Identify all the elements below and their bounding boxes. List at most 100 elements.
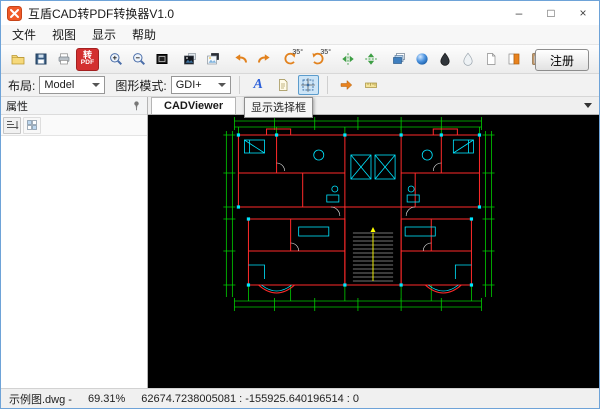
background-light-button[interactable]	[202, 48, 224, 70]
tooltip-text: 显示选择框	[251, 102, 306, 114]
rotate-left-button[interactable]: 35°	[276, 48, 303, 70]
sort-button[interactable]	[3, 116, 21, 134]
sort-icon	[7, 121, 19, 130]
measure-button[interactable]	[361, 75, 382, 95]
layout-value: Model	[44, 79, 75, 91]
main-toolbar: 转 PDF 35° 35° 注册	[1, 44, 599, 74]
graphics-mode-value: GDI+	[175, 79, 202, 91]
menu-help[interactable]: 帮助	[124, 25, 164, 44]
close-button[interactable]: ×	[567, 1, 599, 25]
open-folder-icon	[11, 55, 25, 65]
save-icon	[35, 53, 47, 65]
selection-box-button[interactable]	[297, 75, 319, 95]
ink-light-button[interactable]	[457, 48, 479, 70]
printer-icon	[58, 53, 70, 65]
viewer-pane: CADViewer 显示选择框	[148, 97, 599, 388]
cad-columns	[236, 133, 482, 287]
rotate-right-button[interactable]: 35°	[304, 48, 331, 70]
undo-button[interactable]	[230, 48, 252, 70]
status-filename: 示例图.dwg -	[9, 393, 72, 406]
layers-icon	[393, 53, 405, 64]
pin-icon	[134, 101, 139, 111]
save-button[interactable]	[30, 48, 52, 70]
render-button[interactable]	[411, 48, 433, 70]
flip-horizontal-button[interactable]	[337, 48, 359, 70]
light-image-icon	[207, 53, 219, 65]
ink-dark-button[interactable]	[434, 48, 456, 70]
tab-cadviewer[interactable]: CADViewer	[151, 97, 237, 114]
properties-panel-title: 属性	[6, 100, 28, 113]
cad-stairs-doors	[276, 162, 442, 282]
category-grid-icon	[27, 120, 37, 130]
menu-display[interactable]: 显示	[84, 25, 124, 44]
tab-list-dropdown-icon[interactable]	[584, 103, 592, 108]
layers-button[interactable]	[388, 48, 410, 70]
toolbar-separator	[326, 76, 328, 94]
cad-fixtures	[244, 139, 474, 292]
chevron-down-icon	[217, 83, 226, 87]
sphere-icon	[416, 53, 428, 65]
cad-walls	[237, 128, 480, 294]
menu-file[interactable]: 文件	[4, 25, 44, 44]
minimize-button[interactable]: –	[503, 1, 535, 25]
titlebar: 互盾CAD转PDF转换器V1.0 – □ ×	[1, 1, 599, 25]
white-page-icon	[487, 53, 496, 65]
toolbar-separator	[238, 76, 240, 94]
undo-arrow-icon	[235, 54, 247, 63]
pdf-button-label-bottom: PDF	[80, 59, 95, 67]
redo-arrow-icon	[258, 54, 270, 63]
convert-pdf-button[interactable]: 转 PDF	[76, 47, 99, 71]
cad-canvas[interactable]	[148, 115, 599, 388]
dark-droplet-icon	[440, 52, 450, 66]
window-controls: – □ ×	[503, 1, 599, 25]
status-coordinates: 62674.7238005081 : -155925.640196514 : 0	[141, 392, 360, 405]
open-button[interactable]	[7, 48, 29, 70]
tab-cadviewer-label: CADViewer	[164, 100, 224, 112]
zoom-out-icon	[133, 53, 146, 66]
fit-extents-icon	[156, 54, 168, 64]
fit-extents-button[interactable]	[151, 48, 173, 70]
maximize-icon: □	[547, 6, 555, 20]
window-title: 互盾CAD转PDF转换器V1.0	[28, 6, 175, 21]
selection-box-icon	[301, 78, 315, 92]
flip-vertical-button[interactable]	[360, 48, 382, 70]
page-white-button[interactable]	[480, 48, 502, 70]
graphics-mode-combobox[interactable]: GDI+	[170, 76, 231, 94]
properties-panel-body	[1, 136, 147, 388]
properties-panel-header: 属性	[1, 97, 147, 115]
maximize-button[interactable]: □	[535, 1, 567, 25]
light-droplet-icon	[463, 52, 473, 66]
zoom-in-icon	[110, 53, 123, 66]
main-area: 属性 CADViewer 显示选择框	[1, 97, 599, 388]
flip-vertical-icon	[365, 53, 377, 65]
flip-horizontal-icon	[342, 53, 354, 65]
ruler-icon	[365, 82, 378, 88]
register-button[interactable]: 注册	[534, 49, 589, 71]
page-setup-button[interactable]	[273, 75, 294, 95]
properties-panel-toolbar	[1, 115, 147, 136]
zoom-out-button[interactable]	[128, 48, 150, 70]
pan-button[interactable]	[336, 75, 357, 95]
layout-combobox[interactable]: Model	[39, 76, 106, 94]
zoom-in-button[interactable]	[105, 48, 127, 70]
pin-button[interactable]	[131, 100, 142, 111]
page-setup-icon	[279, 79, 288, 91]
menubar: 文件 视图 显示 帮助	[1, 25, 599, 44]
rotate-left-degrees: 35°	[292, 49, 303, 56]
redo-button[interactable]	[253, 48, 275, 70]
print-button[interactable]	[53, 48, 75, 70]
pan-arrow-icon	[340, 79, 353, 91]
categorize-button[interactable]	[23, 116, 41, 134]
cad-drawing	[223, 117, 495, 311]
properties-panel: 属性	[1, 97, 148, 388]
layout-label: 布局:	[8, 78, 36, 93]
font-quality-button[interactable]: A	[248, 75, 269, 95]
statusbar: 示例图.dwg - 69.31% 62674.7238005081 : -155…	[1, 388, 599, 408]
font-quality-icon: A	[253, 77, 263, 92]
app-window: 互盾CAD转PDF转换器V1.0 – □ × 文件 视图 显示 帮助 转 PDF…	[0, 0, 600, 409]
page-color-button[interactable]	[503, 48, 525, 70]
background-dark-button[interactable]	[179, 48, 201, 70]
dark-image-icon	[184, 53, 196, 65]
menu-view[interactable]: 视图	[44, 25, 84, 44]
minimize-icon: –	[515, 6, 523, 20]
